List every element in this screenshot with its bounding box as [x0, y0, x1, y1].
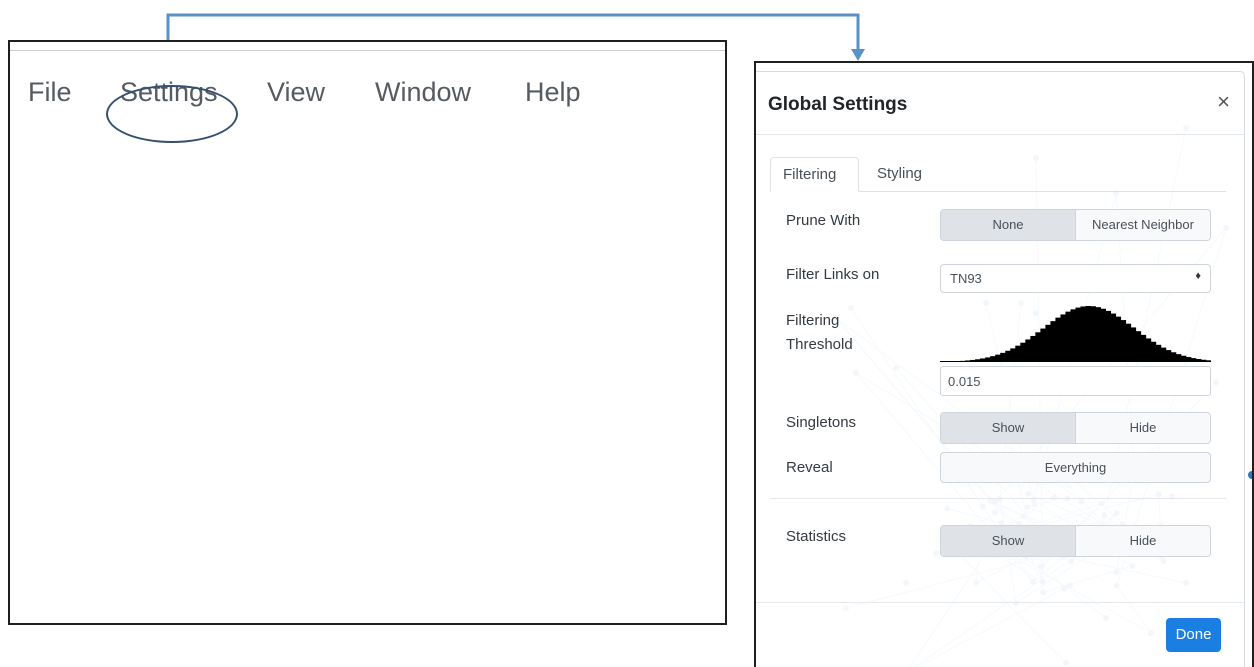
- histogram-bar: [960, 360, 966, 362]
- tab-filtering[interactable]: Filtering: [770, 157, 859, 192]
- menu-window[interactable]: Window: [375, 75, 471, 109]
- menu-view[interactable]: View: [267, 75, 325, 109]
- histogram-bar: [1075, 307, 1081, 362]
- modal-title: Global Settings: [768, 94, 908, 115]
- histogram-bar: [1135, 331, 1142, 362]
- histogram-bar: [975, 359, 981, 362]
- histogram-bar: [955, 361, 961, 362]
- filter-links-select[interactable]: TN93 ♦: [940, 264, 1211, 293]
- done-button[interactable]: Done: [1166, 618, 1221, 652]
- histogram-bar: [1200, 359, 1207, 362]
- histogram-bar: [1145, 338, 1152, 362]
- statistics-toggle: Show Hide: [940, 525, 1211, 557]
- histogram-bar: [1095, 307, 1101, 362]
- histogram-bar: [1185, 357, 1192, 362]
- statistics-label: Statistics: [786, 528, 847, 545]
- histogram-bar: [1085, 306, 1091, 362]
- histogram-bar: [1155, 344, 1162, 362]
- histogram-bar: [1120, 320, 1127, 362]
- modal-header: Global Settings ×: [756, 72, 1244, 135]
- histogram-bar: [970, 359, 976, 362]
- prune-none-button[interactable]: None: [941, 210, 1075, 240]
- histogram-bar: [1175, 354, 1182, 362]
- select-updown-icon: ♦: [1195, 270, 1201, 282]
- histogram-bar: [1050, 321, 1056, 362]
- histogram-bar: [945, 361, 951, 362]
- singletons-hide-button[interactable]: Hide: [1075, 413, 1210, 443]
- prune-nearest-neighbor-button[interactable]: Nearest Neighbor: [1075, 210, 1210, 240]
- histogram-bar: [1190, 358, 1197, 362]
- threshold-input[interactable]: [940, 366, 1211, 396]
- app-window: File Settings View Window Help: [8, 40, 727, 625]
- histogram-bar: [1170, 352, 1177, 362]
- histogram-bar: [980, 358, 986, 362]
- statistics-hide-button[interactable]: Hide: [1075, 526, 1210, 556]
- histogram-bar: [940, 361, 946, 362]
- filter-links-label: Filter Links on: [786, 266, 880, 283]
- reveal-label: Reveal: [786, 459, 833, 476]
- histogram-bar: [1025, 339, 1031, 362]
- histogram-bar: [1115, 316, 1122, 362]
- histogram-bar: [1070, 309, 1076, 362]
- menu-help[interactable]: Help: [525, 75, 581, 109]
- threshold-label-line1: Filtering: [786, 312, 840, 329]
- histogram-bar: [1020, 342, 1026, 362]
- histogram-bar: [1110, 313, 1117, 362]
- tab-styling[interactable]: Styling: [865, 157, 934, 191]
- window-top-border: [10, 50, 725, 51]
- histogram-bar: [1195, 359, 1202, 362]
- prune-with-toggle: None Nearest Neighbor: [940, 209, 1211, 241]
- histogram-bar: [1010, 348, 1016, 362]
- histogram-bar: [1105, 310, 1112, 362]
- histogram-bar: [1180, 355, 1187, 362]
- menu-settings[interactable]: Settings: [120, 75, 218, 109]
- singletons-label: Singletons: [786, 414, 857, 431]
- histogram-bar: [985, 357, 991, 362]
- histogram-bar: [1060, 314, 1066, 362]
- histogram-bar: [1140, 334, 1147, 362]
- histogram-bar: [1125, 323, 1132, 362]
- histogram-bar: [1035, 332, 1041, 362]
- global-settings-modal: Global Settings × Filtering Styling Prun…: [756, 71, 1245, 667]
- threshold-histogram: [940, 306, 1211, 362]
- close-icon[interactable]: ×: [1217, 91, 1230, 113]
- dialog-screenshot: Global Settings × Filtering Styling Prun…: [754, 61, 1254, 667]
- modal-footer-divider: [756, 602, 1244, 603]
- histogram-bar: [1055, 317, 1061, 362]
- histogram-bar: [995, 354, 1001, 362]
- histogram-bar: [1130, 327, 1137, 362]
- threshold-label-line2: Threshold: [786, 336, 853, 353]
- histogram-bar: [1065, 311, 1071, 362]
- histogram-bar: [1080, 306, 1086, 362]
- histogram-bar: [965, 360, 971, 362]
- statistics-show-button[interactable]: Show: [941, 526, 1075, 556]
- menu-file[interactable]: File: [28, 75, 72, 109]
- singletons-toggle: Show Hide: [940, 412, 1211, 444]
- histogram-bar: [950, 361, 956, 362]
- section-divider: [770, 498, 1226, 499]
- histogram-bar: [1090, 306, 1096, 362]
- histogram-bar: [1045, 324, 1051, 362]
- menubar: File Settings View Window Help: [10, 75, 725, 115]
- histogram-bar: [1000, 352, 1006, 362]
- histogram-bar: [1030, 335, 1036, 362]
- reveal-everything-button[interactable]: Everything: [940, 452, 1211, 483]
- histogram-bar: [1005, 350, 1011, 362]
- histogram-bar: [1100, 308, 1107, 362]
- prune-with-label: Prune With: [786, 212, 861, 229]
- histogram-bar: [1165, 350, 1172, 362]
- singletons-show-button[interactable]: Show: [941, 413, 1075, 443]
- histogram-bar: [1160, 347, 1167, 362]
- tab-bar: Filtering Styling: [770, 157, 1226, 192]
- histogram-bar: [1205, 360, 1211, 362]
- histogram-bar: [1040, 328, 1046, 362]
- histogram-bar: [1150, 341, 1157, 362]
- filter-links-value: TN93: [950, 271, 982, 286]
- histogram-bar: [990, 356, 996, 362]
- histogram-bar: [1015, 345, 1021, 362]
